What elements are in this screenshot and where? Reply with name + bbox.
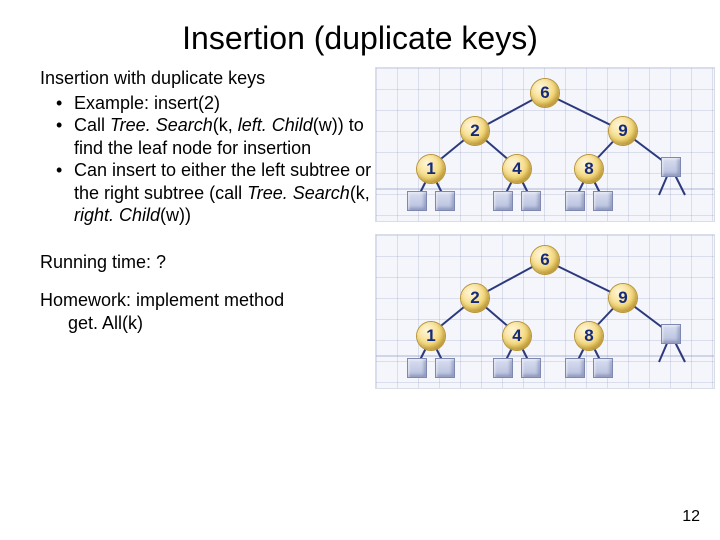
- t: Call: [74, 115, 110, 135]
- leaf-box: [435, 358, 455, 378]
- leaf-box: [407, 191, 427, 211]
- node-6: 6: [531, 79, 559, 107]
- t: right. Child: [74, 205, 160, 225]
- node-4: 4: [503, 322, 531, 350]
- t: Tree. Search: [110, 115, 213, 135]
- node-2: 2: [461, 117, 489, 145]
- node-4: 4: [503, 155, 531, 183]
- node-1: 1: [417, 155, 445, 183]
- text-column: Insertion with duplicate keys Example: i…: [40, 63, 375, 401]
- bullet-treesearch-right: Can insert to either the left subtree or…: [60, 159, 375, 227]
- tree-diagram-2: 6 2 9 1 4 8: [375, 234, 715, 389]
- leaf-box: [565, 358, 585, 378]
- subheader: Insertion with duplicate keys: [40, 67, 375, 90]
- node-9: 9: [609, 117, 637, 145]
- node-6: 6: [531, 246, 559, 274]
- leaf-box: [565, 191, 585, 211]
- t: (w)): [160, 205, 191, 225]
- leaf-box: [407, 358, 427, 378]
- bullet-treesearch-left: Call Tree. Search(k, left. Child(w)) to …: [60, 114, 375, 159]
- node-1: 1: [417, 322, 445, 350]
- node-2: 2: [461, 284, 489, 312]
- node-9: 9: [609, 284, 637, 312]
- leaf-box: [521, 191, 541, 211]
- diagram-column: 6 2 9 1 4 8: [375, 63, 715, 401]
- leaf-box: [661, 324, 681, 344]
- bullet-example: Example: insert(2): [60, 92, 375, 115]
- tree-diagram-1: 6 2 9 1 4 8: [375, 67, 715, 222]
- leaf-box: [593, 191, 613, 211]
- node-8: 8: [575, 155, 603, 183]
- t: get. All(k): [40, 312, 375, 335]
- running-time: Running time: ?: [40, 251, 375, 274]
- t: (k,: [213, 115, 238, 135]
- leaf-box: [521, 358, 541, 378]
- node-8: 8: [575, 322, 603, 350]
- t: Tree. Search: [247, 183, 350, 203]
- leaf-box: [661, 157, 681, 177]
- leaf-box: [493, 358, 513, 378]
- page-number: 12: [682, 508, 700, 526]
- t: Homework: implement method: [40, 290, 284, 310]
- t: left. Child: [238, 115, 313, 135]
- slide-title: Insertion (duplicate keys): [0, 0, 720, 63]
- leaf-box: [435, 191, 455, 211]
- leaf-box: [493, 191, 513, 211]
- t: (k,: [350, 183, 370, 203]
- homework: Homework: implement method get. All(k): [40, 289, 375, 334]
- leaf-box: [593, 358, 613, 378]
